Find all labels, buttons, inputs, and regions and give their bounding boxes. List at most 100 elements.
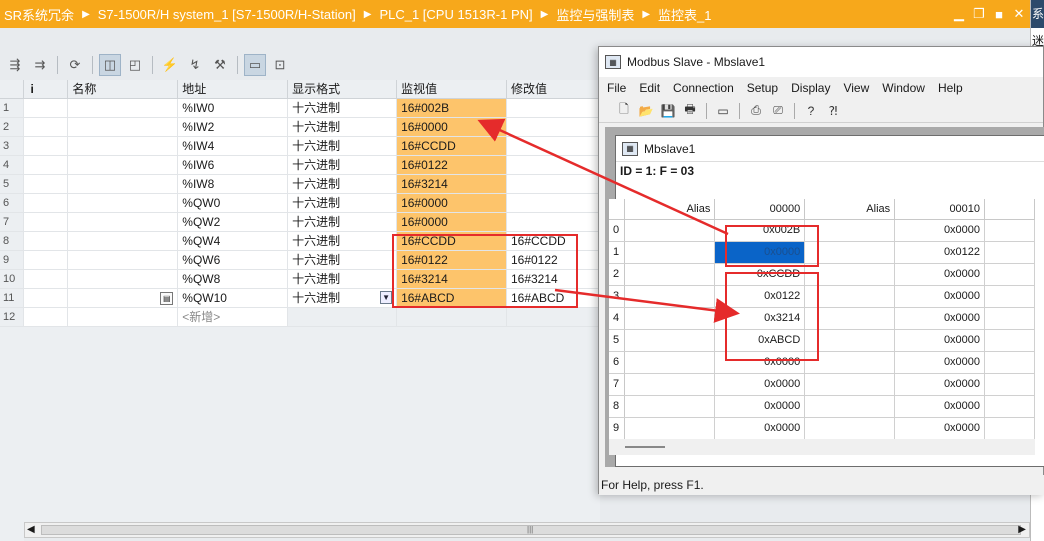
address-cell[interactable]: %IW0 — [177, 98, 289, 118]
address-cell[interactable]: %IW6 — [177, 155, 289, 175]
disconnect-icon[interactable]: ⎚ — [769, 102, 787, 120]
address-cell[interactable]: %QW4 — [177, 231, 289, 251]
format-cell[interactable]: 十六进制 — [287, 212, 398, 232]
insert-row-icon[interactable]: ⇶ — [4, 54, 26, 76]
register-value[interactable]: 0x0000 — [894, 285, 986, 308]
menu-file[interactable]: File — [607, 81, 626, 95]
address-cell[interactable]: %IW4 — [177, 136, 289, 156]
col-modify-value[interactable]: 修改值 — [506, 80, 601, 99]
add-row-icon[interactable]: ⇉ — [29, 54, 51, 76]
register-value[interactable]: 0x0000 — [894, 219, 986, 242]
col-info[interactable]: i — [23, 80, 69, 99]
col-address[interactable]: 地址 — [177, 80, 289, 99]
format-cell[interactable]: 十六进制 — [287, 117, 398, 137]
format-cell[interactable]: 十六进制 — [287, 136, 398, 156]
menu-edit[interactable]: Edit — [639, 81, 660, 95]
breadcrumb-project[interactable]: SR系统冗余 — [4, 5, 74, 24]
minimize-icon[interactable]: ▁ — [952, 6, 966, 22]
show-all-modify-columns-icon[interactable]: ▭ — [244, 54, 266, 76]
format-cell[interactable]: 十六进制 — [287, 269, 398, 289]
format-cell[interactable]: 十六进制 — [287, 193, 398, 213]
menu-view[interactable]: View — [843, 81, 869, 95]
menu-display[interactable]: Display — [791, 81, 830, 95]
address-cell[interactable]: %QW0 — [177, 193, 289, 213]
table-row[interactable]: 5 %IW8 十六进制 16#3214 — [0, 174, 601, 194]
breadcrumb-watch-table[interactable]: 监控表_1 — [658, 5, 711, 24]
open-folder-icon[interactable]: 📂 — [637, 102, 655, 120]
grid-horizontal-scrollbar[interactable] — [609, 439, 1035, 455]
scroll-right-icon[interactable]: ▶ — [1018, 523, 1026, 537]
register-value[interactable]: 0x0000 — [714, 417, 806, 440]
add-new-row[interactable]: <新增> — [177, 307, 289, 327]
register-value[interactable]: 0x0000 — [894, 417, 986, 440]
menu-connection[interactable]: Connection — [673, 81, 734, 95]
register-value[interactable]: 0x0000 — [894, 351, 986, 374]
address-cell[interactable]: %QW2 — [177, 212, 289, 232]
breadcrumb-plc[interactable]: PLC_1 [CPU 1513R-1 PN] — [379, 7, 532, 22]
register-value[interactable]: 0x0122 — [894, 241, 986, 264]
new-file-icon[interactable]: 🗋 — [615, 102, 633, 120]
table-row-new[interactable]: 12 <新增> — [0, 307, 601, 327]
table-row[interactable]: 4 %IW6 十六进制 16#0122 — [0, 155, 601, 175]
format-cell[interactable]: 十六进制 ▼ — [287, 288, 398, 308]
monitor-once-icon[interactable]: ◰ — [124, 54, 146, 76]
table-row[interactable]: 6 %QW0 十六进制 16#0000 — [0, 193, 601, 213]
table-row[interactable]: 7 %QW2 十六进制 16#0000 — [0, 212, 601, 232]
monitor-all-icon[interactable]: ◫ — [99, 54, 121, 76]
force-icon[interactable]: ⚒ — [209, 54, 231, 76]
modify-value-cell[interactable] — [506, 155, 601, 175]
modify-value-cell[interactable] — [506, 136, 601, 156]
register-value[interactable]: 0x0000 — [714, 373, 806, 396]
format-cell[interactable]: 十六进制 — [287, 231, 398, 251]
table-row[interactable]: 1 %IW0 十六进制 16#002B — [0, 98, 601, 118]
register-value[interactable]: 0x0000 — [894, 395, 986, 418]
register-value[interactable]: 0x0000 — [894, 329, 986, 352]
modify-value-cell[interactable] — [506, 193, 601, 213]
menu-setup[interactable]: Setup — [747, 81, 778, 95]
format-cell[interactable]: 十六进制 — [287, 98, 398, 118]
modify-now-icon[interactable]: ⚡ — [159, 54, 181, 76]
restore-icon[interactable]: ❐ — [972, 6, 986, 22]
register-value[interactable]: 0x0000 — [894, 373, 986, 396]
address-cell[interactable]: %QW6 — [177, 250, 289, 270]
format-cell[interactable]: 十六进制 — [287, 250, 398, 270]
table-row[interactable]: 2 %IW2 十六进制 16#0000 — [0, 117, 601, 137]
format-cell[interactable]: 十六进制 — [287, 174, 398, 194]
register-value[interactable]: 0x0000 — [894, 307, 986, 330]
breadcrumb-station[interactable]: S7-1500R/H system_1 [S7-1500R/H-Station] — [98, 7, 356, 22]
scrollbar-thumb[interactable]: ||| — [41, 525, 1021, 535]
format-dropdown-icon[interactable]: ▼ — [380, 291, 393, 304]
format-cell[interactable]: 十六进制 — [287, 155, 398, 175]
refresh-icon[interactable]: ⟳ — [64, 54, 86, 76]
edit-tag-icon[interactable]: ▤ — [160, 292, 174, 305]
modify-trigger-icon[interactable]: ↯ — [184, 54, 206, 76]
menu-help[interactable]: Help — [938, 81, 963, 95]
address-cell[interactable]: %QW10 — [177, 288, 289, 308]
modify-value-cell[interactable] — [506, 212, 601, 232]
horizontal-scrollbar[interactable]: ◀ ||| ▶ — [24, 522, 1030, 538]
modify-value-cell[interactable] — [506, 174, 601, 194]
modify-value-cell[interactable] — [506, 98, 601, 118]
col-format[interactable]: 显示格式 — [287, 80, 398, 99]
address-cell[interactable]: %QW8 — [177, 269, 289, 289]
register-value[interactable]: 0x0000 — [894, 263, 986, 286]
save-icon[interactable]: 💾 — [659, 102, 677, 120]
grid-scroll-thumb[interactable] — [625, 446, 665, 448]
show-extended-mode-icon[interactable]: ⊡ — [269, 54, 291, 76]
col-monitor-value[interactable]: 监视值 — [396, 80, 507, 99]
register-value[interactable]: 0x0000 — [714, 395, 806, 418]
menu-window[interactable]: Window — [882, 81, 925, 95]
connect-icon[interactable]: ⎙ — [747, 102, 765, 120]
table-row[interactable]: 3 %IW4 十六进制 16#CCDD — [0, 136, 601, 156]
maximize-icon[interactable]: ■ — [992, 7, 1006, 22]
col-name[interactable]: 名称 — [67, 80, 179, 99]
close-icon[interactable]: ✕ — [1012, 6, 1026, 22]
help-icon[interactable]: ? — [802, 102, 820, 120]
print-icon[interactable]: 🖶 — [681, 102, 699, 120]
address-cell[interactable]: %IW2 — [177, 117, 289, 137]
address-cell[interactable]: %IW8 — [177, 174, 289, 194]
window-icon[interactable]: ▭ — [714, 102, 732, 120]
context-help-icon[interactable]: ⁈ — [824, 102, 842, 120]
breadcrumb-watch-force[interactable]: 监控与强制表 — [556, 5, 634, 24]
scroll-left-icon[interactable]: ◀ — [27, 523, 35, 537]
